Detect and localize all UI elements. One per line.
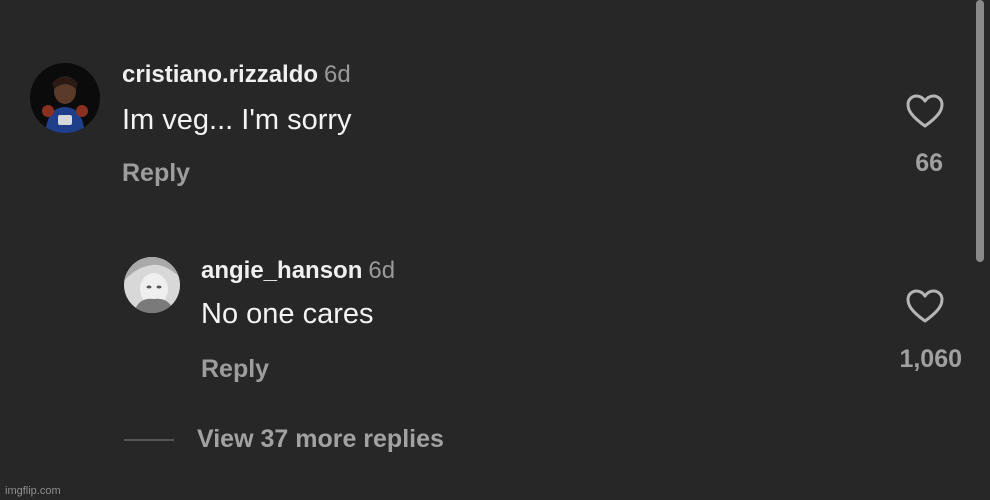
- reply-button[interactable]: Reply: [201, 355, 269, 384]
- avatar[interactable]: [124, 257, 180, 313]
- reply-button[interactable]: Reply: [122, 159, 190, 188]
- comment-text: No one cares: [201, 298, 374, 330]
- heart-icon[interactable]: [905, 93, 945, 129]
- divider-line: [124, 439, 174, 441]
- scrollbar[interactable]: [976, 0, 984, 262]
- like-count: 66: [915, 149, 943, 177]
- comment-timestamp: 6d: [368, 257, 396, 284]
- comment-username[interactable]: angie_hanson 6d: [201, 257, 395, 285]
- heart-icon[interactable]: [905, 288, 945, 324]
- comment-timestamp: 6d: [324, 61, 351, 88]
- username-text[interactable]: cristiano.rizzaldo: [122, 61, 318, 88]
- view-more-replies-button[interactable]: View 37 more replies: [197, 425, 444, 454]
- comment-text: Im veg... I'm sorry: [122, 104, 352, 136]
- username-text[interactable]: angie_hanson: [201, 257, 362, 284]
- like-count: 1,060: [899, 345, 962, 373]
- comment-username[interactable]: cristiano.rizzaldo 6d: [122, 61, 351, 89]
- avatar[interactable]: [30, 63, 100, 133]
- watermark: imgflip.com: [5, 485, 61, 497]
